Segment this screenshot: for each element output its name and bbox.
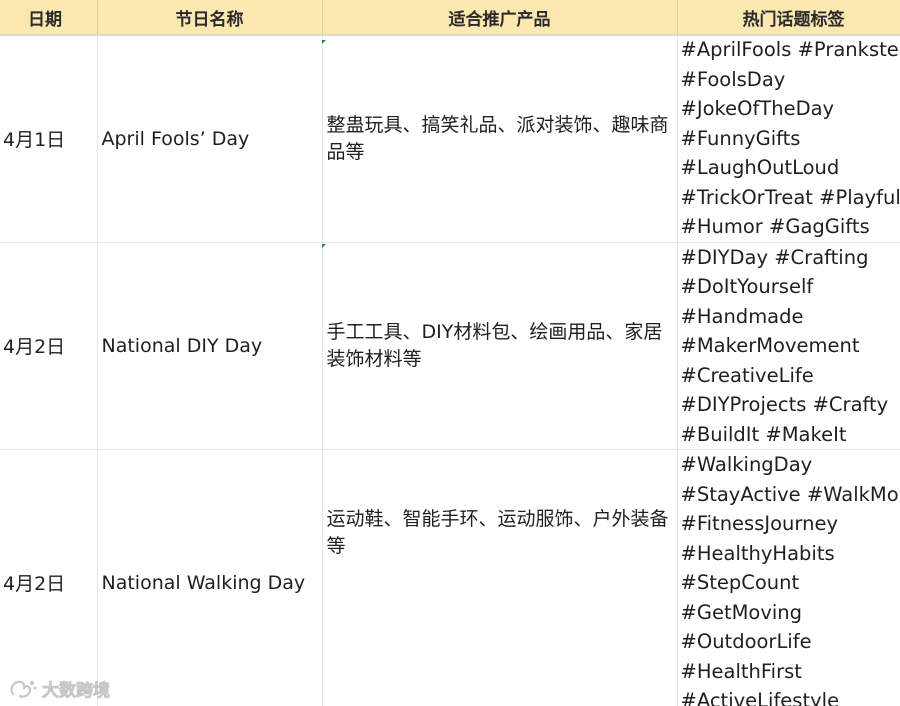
cell-hashtags[interactable]: #DIYDay #Crafting #DoItYourself #Handmad… — [677, 242, 900, 450]
cell-date[interactable]: 4月2日 — [0, 449, 98, 706]
hashtag-line: #TrickOrTreat #Playful — [680, 185, 900, 209]
hashtag-line: #StepCount — [680, 571, 800, 594]
cell-hashtags[interactable]: #WalkingDay #StayActive #WalkMore #Fitne… — [677, 449, 900, 706]
hashtag-line: #CreativeLife — [680, 363, 814, 387]
hashtag-line: #LaughOutLoud — [680, 156, 840, 179]
hashtag-line: #FitnessJourney — [680, 512, 839, 535]
cell-date[interactable]: 4月1日 — [0, 35, 98, 243]
header-row: 日期 节日名称 适合推广产品 热门话题标签 — [0, 0, 900, 36]
hashtag-line: #DoItYourself — [680, 275, 814, 298]
products-text: 整蛊玩具、搞笑礼品、派对装饰、趣味商品等 — [326, 113, 669, 163]
products-text: 运动鞋、智能手环、运动服饰、户外装备等 — [326, 508, 669, 557]
hashtag-line: #GetMoving — [680, 600, 803, 624]
cell-hashtags[interactable]: #AprilFools #Prankster #FoolsDay #JokeOf… — [677, 35, 900, 243]
hashtag-line: #FoolsDay — [680, 67, 786, 91]
hashtag-line: #Humor #GagGifts — [680, 215, 870, 238]
cell-products[interactable]: 整蛊玩具、搞笑礼品、派对装饰、趣味商品等 — [322, 35, 678, 243]
cell-holiday-name[interactable]: National Walking Day — [97, 449, 323, 706]
holiday-table: 日期 节日名称 适合推广产品 热门话题标签 4月1日 April Fools’ … — [0, 0, 900, 706]
hashtag-line: #StayActive #WalkMore — [680, 482, 900, 506]
header-hashtags[interactable]: 热门话题标签 — [677, 0, 900, 36]
hashtag-line: #ActiveLifestyle — [680, 689, 840, 706]
cell-products[interactable]: 手工工具、DIY材料包、绘画用品、家居装饰材料等 — [322, 242, 678, 450]
hashtag-line: #DIYProjects #Crafty — [680, 393, 889, 416]
hashtag-line: #BuildIt #MakeIt — [680, 422, 847, 446]
hashtag-line: #WalkingDay — [680, 453, 813, 476]
hashtag-line: #DIYDay #Crafting — [680, 245, 869, 269]
header-products[interactable]: 适合推广产品 — [322, 0, 678, 36]
cell-products[interactable]: 运动鞋、智能手环、运动服饰、户外装备等 — [322, 449, 678, 706]
hashtag-line: #AprilFools #Prankster — [680, 38, 900, 61]
spreadsheet: 日期 节日名称 适合推广产品 热门话题标签 4月1日 April Fools’ … — [0, 0, 900, 706]
cell-comment-marker — [322, 40, 326, 44]
table-row: 4月2日 National DIY Day 手工工具、DIY材料包、绘画用品、家… — [0, 242, 900, 450]
watermark-text: 大数跨境 — [42, 681, 111, 702]
table-row: 4月1日 April Fools’ Day 整蛊玩具、搞笑礼品、派对装饰、趣味商… — [0, 35, 900, 243]
watermark: 大数跨境 — [8, 676, 110, 701]
cell-holiday-name[interactable]: National DIY Day — [97, 242, 323, 450]
logo-icon — [8, 678, 38, 700]
header-date[interactable]: 日期 — [0, 0, 98, 36]
hashtag-line: #HealthyHabits — [680, 541, 835, 565]
header-holiday-name[interactable]: 节日名称 — [97, 0, 323, 36]
hashtag-line: #JokeOfTheDay — [680, 97, 835, 120]
products-text: 手工工具、DIY材料包、绘画用品、家居装饰材料等 — [326, 320, 663, 370]
table-row: 4月2日 National Walking Day 运动鞋、智能手环、运动服饰、… — [0, 449, 900, 706]
cell-comment-marker — [322, 244, 326, 248]
hashtag-line: #MakerMovement — [680, 334, 860, 357]
hashtag-line: #HealthFirst — [680, 659, 802, 683]
hashtag-line: #Handmade — [680, 304, 804, 328]
cell-date[interactable]: 4月2日 — [0, 242, 98, 450]
hashtag-line: #FunnyGifts — [680, 126, 801, 150]
hashtag-line: #OutdoorLife — [680, 630, 812, 653]
cell-holiday-name[interactable]: April Fools’ Day — [97, 35, 323, 243]
